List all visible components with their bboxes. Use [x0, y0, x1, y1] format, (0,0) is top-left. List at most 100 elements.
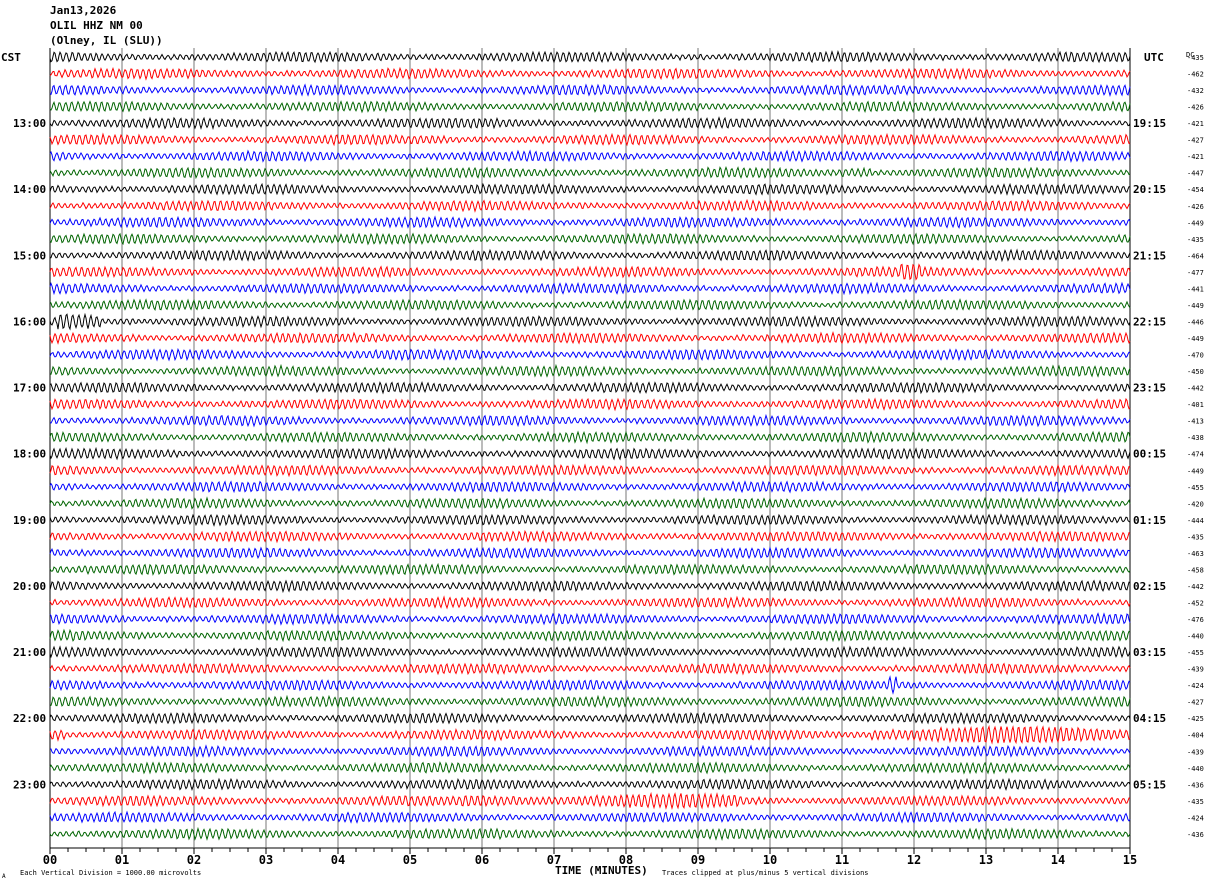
x-tick-label: 12 — [907, 853, 921, 867]
x-tick-label: 02 — [187, 853, 201, 867]
dc-offset-label: -435 — [1187, 533, 1204, 541]
seismic-trace — [49, 694, 1131, 709]
dc-offset-label: -432 — [1187, 87, 1204, 95]
dc-offset-label: -440 — [1187, 765, 1204, 773]
dc-offset-label: -455 — [1187, 649, 1204, 657]
dc-offset-label: -452 — [1187, 599, 1204, 607]
cst-hour-label: 18:00 — [13, 448, 46, 461]
dc-offset-label: -436 — [1187, 781, 1204, 789]
cst-hour-label: 15:00 — [13, 249, 46, 262]
seismic-trace — [49, 579, 1131, 594]
utc-hour-label: 19:15 — [1133, 117, 1166, 130]
dc-offset-label: -449 — [1187, 335, 1204, 343]
seismic-trace — [49, 810, 1131, 824]
x-tick-label: 14 — [1051, 853, 1065, 867]
seismic-trace — [49, 347, 1131, 362]
dc-offset-label: -440 — [1187, 633, 1204, 641]
dc-offset-label: -421 — [1187, 120, 1204, 128]
dc-offset-label: -464 — [1187, 252, 1204, 260]
dc-offset-label: -454 — [1187, 186, 1204, 194]
dc-offset-label: -427 — [1187, 699, 1204, 707]
cst-hour-label: 20:00 — [13, 580, 46, 593]
dc-offset-label: -474 — [1187, 451, 1204, 459]
seismic-trace — [49, 100, 1131, 114]
dc-offset-label: -449 — [1187, 219, 1204, 227]
cst-hour-label: 21:00 — [13, 646, 46, 659]
dc-offset-label: -435 — [1187, 236, 1204, 244]
dc-offset-label: -450 — [1187, 368, 1204, 376]
seismic-trace — [49, 645, 1131, 659]
dc-offset-label: -458 — [1187, 566, 1204, 574]
x-tick-label: 13 — [979, 853, 993, 867]
seismic-trace — [49, 49, 1131, 64]
seismic-trace — [49, 675, 1131, 695]
cst-hour-label: 22:00 — [13, 712, 46, 725]
seismic-trace — [49, 232, 1131, 246]
x-tick-label: 03 — [259, 853, 273, 867]
dc-offset-label: -449 — [1187, 302, 1204, 310]
dc-offset-label: -426 — [1187, 203, 1204, 211]
dc-offset-label: -439 — [1187, 748, 1204, 756]
corner-mark: A — [2, 873, 6, 880]
dc-offset-label: -404 — [1187, 732, 1204, 740]
seismic-trace — [49, 791, 1131, 811]
dc-offset-label: -449 — [1187, 467, 1204, 475]
seismic-trace — [49, 463, 1131, 478]
seismic-trace — [49, 116, 1131, 130]
dc-offset-label: -455 — [1187, 484, 1204, 492]
dc-offset-label: -447 — [1187, 170, 1204, 178]
dc-offset-label: -439 — [1187, 666, 1204, 674]
seismic-trace — [49, 480, 1131, 494]
seismic-trace — [49, 198, 1131, 213]
seismic-trace — [49, 724, 1131, 745]
dc-offset-label: -421 — [1187, 153, 1204, 161]
dc-offset-label: -435 — [1187, 54, 1204, 62]
dc-offset-label: -420 — [1187, 500, 1204, 508]
seismic-trace — [49, 826, 1131, 842]
x-tick-label: 09 — [691, 853, 705, 867]
seismic-trace — [49, 744, 1131, 758]
clip-note: Traces clipped at plus/minus 5 vertical … — [662, 869, 869, 877]
utc-hour-label: 20:15 — [1133, 183, 1166, 196]
seismic-trace — [49, 761, 1131, 775]
dc-offset-label: -426 — [1187, 104, 1204, 112]
seismic-trace — [49, 529, 1131, 544]
seismic-trace — [49, 83, 1131, 97]
seismic-trace — [49, 149, 1131, 164]
utc-hour-label: 23:15 — [1133, 382, 1166, 395]
seismic-trace — [49, 430, 1131, 445]
cst-hour-label: 16:00 — [13, 315, 46, 328]
seismic-trace — [49, 413, 1131, 428]
cst-hour-label: 13:00 — [13, 117, 46, 130]
utc-label: UTC — [1144, 51, 1164, 64]
seismic-trace — [49, 66, 1131, 81]
x-tick-label: 04 — [331, 853, 345, 867]
cst-hour-label: 14:00 — [13, 183, 46, 196]
dc-offset-label: -441 — [1187, 285, 1204, 293]
x-tick-label: 11 — [835, 853, 849, 867]
utc-hour-label: 05:15 — [1133, 778, 1166, 791]
dc-offset-label: -435 — [1187, 798, 1204, 806]
seismic-trace — [49, 397, 1131, 412]
helicorder-plot: 00 01 02 03 04 05 06 07 08 09 10 11 12 13 14 15TIME (MI… — [1, 48, 1204, 880]
seismic-trace — [49, 546, 1131, 560]
dc-offset-label: -427 — [1187, 137, 1204, 145]
seismic-trace — [49, 248, 1131, 263]
seismic-trace — [49, 331, 1131, 345]
dc-offset-label: -463 — [1187, 550, 1204, 558]
scale-note: Each Vertical Division = 1000.00 microvo… — [20, 869, 201, 877]
seismic-trace — [49, 312, 1131, 331]
utc-hour-label: 03:15 — [1133, 646, 1166, 659]
seismic-trace — [49, 281, 1131, 296]
dc-offset-label: -401 — [1187, 401, 1204, 409]
seismic-trace — [49, 182, 1131, 196]
cst-hour-label: 17:00 — [13, 382, 46, 395]
dc-offset-label: -446 — [1187, 318, 1204, 326]
dc-offset-label: -413 — [1187, 418, 1204, 426]
dc-offset-label: -425 — [1187, 715, 1204, 723]
seismic-trace — [49, 132, 1131, 147]
utc-hour-label: 02:15 — [1133, 580, 1166, 593]
x-tick-label: 00 — [43, 853, 57, 867]
dc-offset-label: -470 — [1187, 352, 1204, 360]
seismic-trace — [49, 662, 1131, 676]
